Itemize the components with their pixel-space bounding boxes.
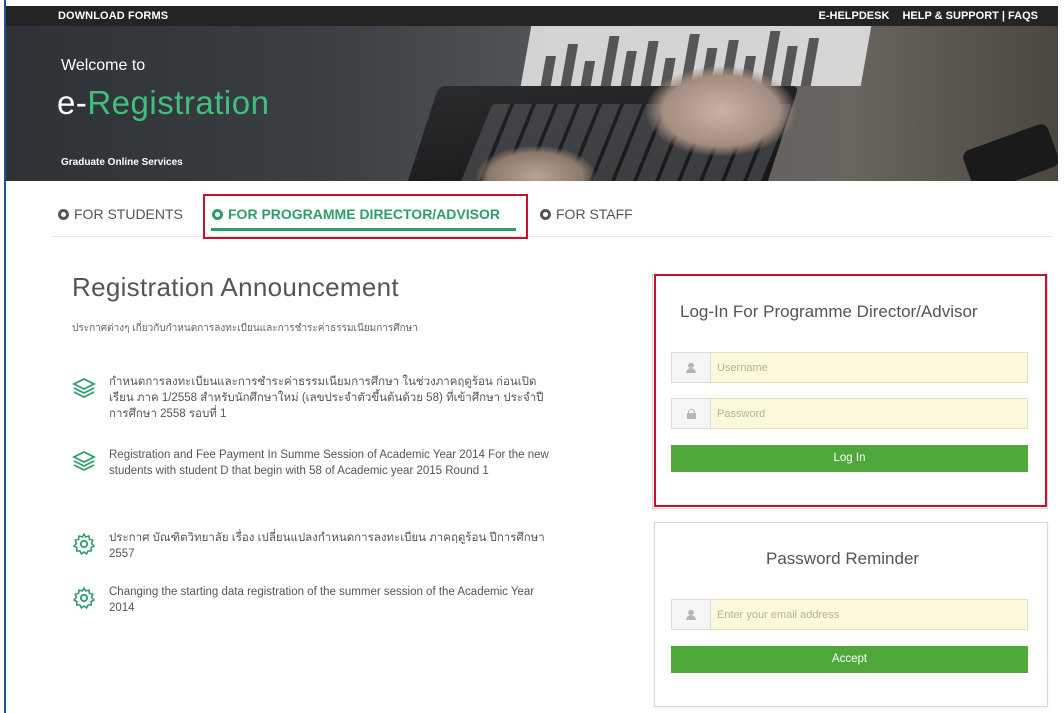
layers-icon [72,377,96,399]
user-icon [671,599,711,630]
password-field: Password [671,398,1028,429]
login-title: Log-In For Programme Director/Advisor [680,302,978,321]
announcement-subtitle: ประกาศต่างๆ เกี่ยวกับกำหนดการลงทะเบียนแล… [72,323,418,334]
top-right-links: E-HELPDESK HELP & SUPPORT | FAQS [809,10,1038,22]
announcement-text[interactable]: Registration and Fee Payment In Summe Se… [109,447,549,479]
email-input[interactable]: Enter your email address [711,599,1028,630]
circle-arrow-icon [540,208,551,220]
password-reminder-title: Password Reminder [766,549,920,568]
hero-background-hand [646,66,796,156]
top-navbar: DOWNLOAD FORMS E-HELPDESK HELP & SUPPORT… [6,6,1058,26]
site-title-main: Registration [87,84,270,121]
login-button[interactable]: Log In [671,445,1028,472]
layers-icon [72,450,96,472]
tab-label: FOR STUDENTS [74,206,183,222]
username-input[interactable]: Username [711,352,1028,383]
circle-arrow-icon [58,208,69,220]
announcement-text[interactable]: Changing the starting data registration … [109,584,549,616]
download-forms-link[interactable]: DOWNLOAD FORMS [58,10,168,22]
gear-icon [73,587,95,609]
site-title-prefix: e- [57,84,88,121]
announcement-text[interactable]: กำหนดการลงทะเบียนและการชำระค่าธรรมเนียมก… [109,374,549,422]
lock-icon [671,398,711,429]
site-title: e-Registration [57,84,269,122]
email-field: Enter your email address [671,599,1028,630]
announcement-title: Registration Announcement [72,272,399,302]
tab-label: FOR STAFF [556,206,633,222]
password-input[interactable]: Password [711,398,1028,429]
hero-banner: Welcome to e-Registration Graduate Onlin… [6,26,1058,181]
announcement-text[interactable]: ประกาศ บัณฑิตวิทยาลัย เรื่อง เปลี่ยนแปลง… [109,530,549,562]
hero-background-phone [961,121,1058,181]
highlight-box-tab [203,194,528,239]
tab-for-students[interactable]: FOR STUDENTS [58,206,183,222]
accept-button[interactable]: Accept [671,646,1028,673]
e-helpdesk-link[interactable]: E-HELPDESK [819,10,890,22]
user-icon [671,352,711,383]
welcome-text: Welcome to [61,57,146,74]
help-support-faqs-link[interactable]: HELP & SUPPORT | FAQS [902,10,1038,22]
gear-icon [73,533,95,555]
tab-for-staff[interactable]: FOR STAFF [540,206,633,222]
site-subtitle: Graduate Online Services [61,157,183,168]
role-tabs: FOR STUDENTS FOR PROGRAMME DIRECTOR/ADVI… [52,203,1052,237]
username-field: Username [671,352,1028,383]
